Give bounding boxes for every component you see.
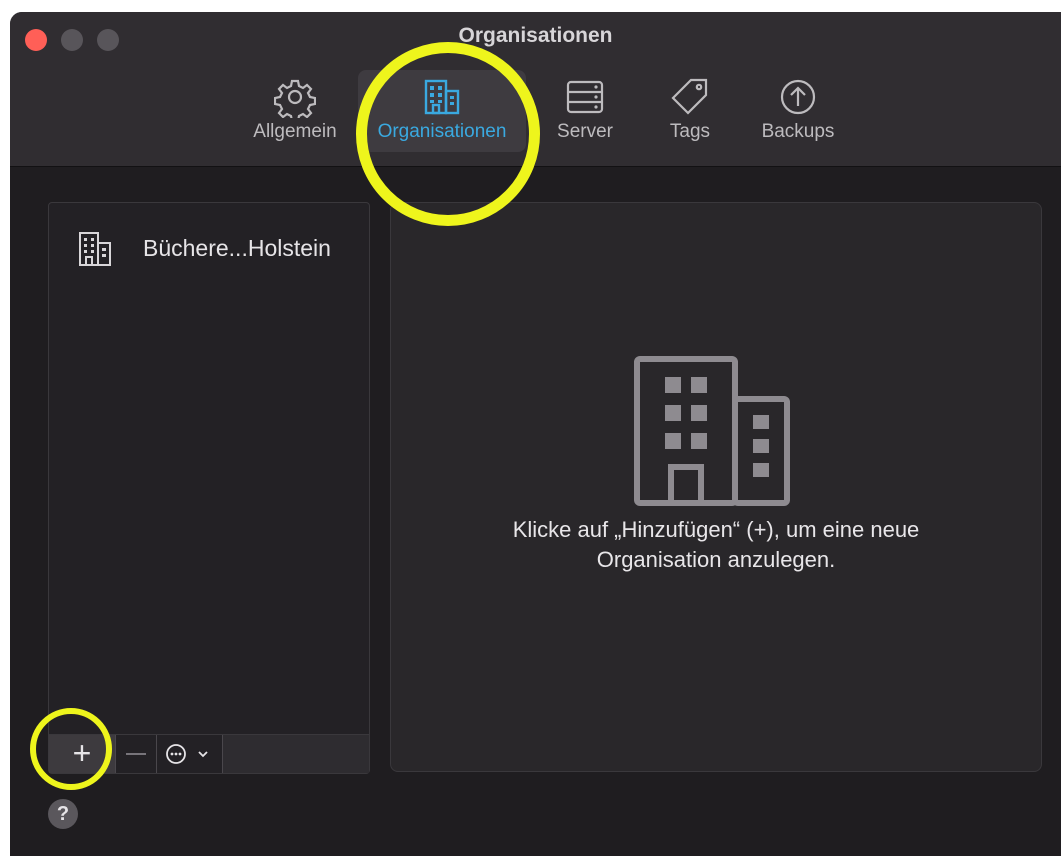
minus-icon bbox=[126, 753, 146, 755]
list-item[interactable]: Büchere...Holstein bbox=[77, 229, 357, 269]
upload-circle-icon bbox=[780, 79, 816, 115]
tab-tags[interactable]: Tags bbox=[655, 70, 725, 152]
add-button[interactable]: + bbox=[49, 735, 116, 773]
empty-state-line: Organisation anzulegen. bbox=[596, 547, 836, 572]
help-button[interactable]: ? bbox=[48, 799, 78, 829]
tab-label: Server bbox=[557, 121, 613, 142]
server-icon bbox=[566, 80, 604, 114]
tab-label: Tags bbox=[669, 121, 711, 142]
tab-label: Organisationen bbox=[377, 121, 507, 142]
building-icon bbox=[424, 79, 460, 115]
tag-icon bbox=[671, 78, 708, 115]
titlebar: Organisationen Allgemein Organisationen … bbox=[10, 12, 1061, 167]
detail-panel: Klicke auf „Hinzufügen“ (+), um eine neu… bbox=[390, 202, 1042, 772]
building-icon bbox=[79, 232, 111, 266]
empty-state-message: Klicke auf „Hinzufügen“ (+), um eine neu… bbox=[391, 515, 1041, 575]
tab-label: Backups bbox=[761, 121, 835, 142]
list-item-label: Büchere...Holstein bbox=[143, 235, 331, 261]
tab-server[interactable]: Server bbox=[545, 70, 625, 152]
tab-backups[interactable]: Backups bbox=[748, 70, 848, 152]
more-actions-button[interactable] bbox=[157, 735, 223, 773]
toolbar-spacer bbox=[223, 735, 369, 773]
building-icon bbox=[634, 356, 790, 506]
list-toolbar: + bbox=[49, 734, 369, 773]
tab-allgemein[interactable]: Allgemein bbox=[240, 70, 350, 152]
ellipsis-circle-icon bbox=[166, 744, 208, 764]
preferences-window: Organisationen Allgemein Organisationen … bbox=[10, 12, 1061, 856]
remove-button[interactable] bbox=[116, 735, 157, 773]
tab-organisationen[interactable]: Organisationen bbox=[358, 70, 526, 152]
tab-label: Allgemein bbox=[253, 121, 337, 142]
window-title: Organisationen bbox=[458, 24, 613, 47]
organisation-list: Büchere...Holstein + bbox=[48, 202, 370, 774]
gear-icon bbox=[274, 79, 316, 118]
empty-state-line: Klicke auf „Hinzufügen“ (+), um eine neu… bbox=[512, 517, 920, 542]
